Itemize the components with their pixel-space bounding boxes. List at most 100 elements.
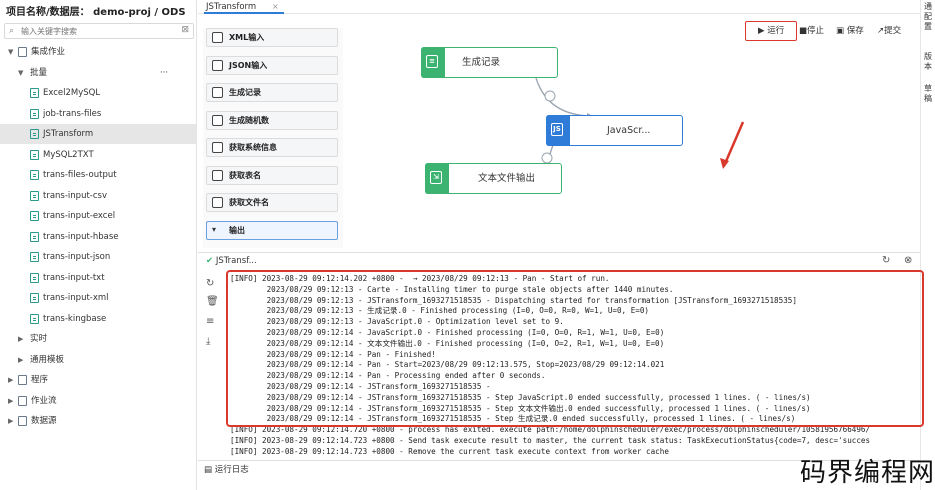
file-icon xyxy=(30,170,39,180)
save-button[interactable]: ▣ 保存 xyxy=(836,25,864,37)
run-button[interactable]: ▶ 运行 xyxy=(758,25,784,37)
run-log-tab[interactable]: ▤ 运行日志 xyxy=(204,464,249,476)
component-item[interactable]: 获取文件名 xyxy=(206,193,338,212)
tree-item[interactable]: ▶ 数据源 xyxy=(0,411,197,431)
log-icon: ▤ xyxy=(204,465,213,475)
chevron-right-icon[interactable]: ▶ xyxy=(8,411,13,431)
file-icon xyxy=(30,88,39,98)
tree-item[interactable]: JSTransform xyxy=(0,124,197,144)
play-icon: ▶ xyxy=(758,26,765,36)
tree-item[interactable]: ▼ 批量 ··· xyxy=(0,63,197,83)
file-icon xyxy=(30,108,39,119)
tree-item[interactable]: ▶ 作业流 xyxy=(0,391,197,411)
component-item[interactable]: 生成随机数 xyxy=(206,110,338,130)
run-label: 运行 xyxy=(767,26,785,36)
file-icon xyxy=(30,293,39,303)
node-generate-records[interactable]: ≡ 生成记录 xyxy=(421,47,558,78)
tree-item[interactable]: trans-input-txt xyxy=(0,268,197,288)
watermark: 码界编程网 xyxy=(800,458,935,488)
tree-item[interactable]: ▶ 程序 xyxy=(0,370,197,390)
tree-item[interactable]: trans-input-excel xyxy=(0,206,197,226)
component-icon xyxy=(212,169,223,181)
side-tab-config[interactable]: 通配置 xyxy=(924,2,935,32)
search-field[interactable]: ⌕ ⊠ xyxy=(4,23,194,39)
wrap-icon[interactable]: ≡ xyxy=(206,316,214,328)
chevron-right-icon[interactable]: ▶ xyxy=(18,350,23,370)
component-item[interactable]: XML输入 xyxy=(206,28,338,47)
clear-icon[interactable]: ⊠ xyxy=(181,25,189,35)
tree-item[interactable]: trans-input-xml xyxy=(0,288,197,308)
tree-item[interactable]: trans-input-csv xyxy=(0,186,197,206)
node-icon-box: JS xyxy=(546,115,570,146)
component-icon xyxy=(212,32,223,43)
active-tab-indicator xyxy=(204,12,284,14)
component-label: 生成记录 xyxy=(229,88,261,97)
search-input[interactable] xyxy=(21,25,171,37)
tree-item[interactable]: ▶ 实时 xyxy=(0,329,197,349)
component-item[interactable]: ▾ 输出 xyxy=(206,220,338,240)
run-log-label: 运行日志 xyxy=(214,465,249,475)
stop-button[interactable]: ■停止 xyxy=(799,25,824,37)
tree-item-label: trans-input-xml xyxy=(43,293,109,303)
document-icon: ≡ xyxy=(426,55,438,68)
tree-item[interactable]: ▼ 集成作业 xyxy=(0,42,197,62)
save-icon: ▣ xyxy=(836,26,845,36)
log-tab[interactable]: ✔ JSTransf... xyxy=(206,255,257,267)
tree-item[interactable]: trans-input-hbase xyxy=(0,227,197,247)
log-header: ✔ JSTransf... ↻ ⊗ xyxy=(198,252,920,268)
tree-item[interactable]: ▶ 通用模板 xyxy=(0,350,197,370)
project-title: 项目名称/数据层： demo-proj / ODS xyxy=(6,7,186,18)
side-tab-draft[interactable]: 草稿 xyxy=(924,84,935,104)
submit-button[interactable]: ↗提交 xyxy=(877,25,901,37)
chevron-right-icon[interactable]: ▶ xyxy=(8,391,13,411)
tree-item-label: trans-kingbase xyxy=(43,313,107,324)
folder-icon xyxy=(18,375,27,385)
tree-item-label: Excel2MySQL xyxy=(43,88,101,98)
reload-icon[interactable]: ↻ xyxy=(206,278,214,290)
more-icon[interactable]: ··· xyxy=(160,63,168,83)
tab-bar: JSTransform × xyxy=(198,0,920,14)
node-javascript[interactable]: JS JavaScr... xyxy=(546,115,683,146)
red-arrow-line xyxy=(722,121,745,167)
trash-icon[interactable]: 🗑 xyxy=(206,296,219,308)
tree-item[interactable]: MySQL2TXT xyxy=(0,145,197,165)
tree-item-label: 集成作业 xyxy=(31,47,66,57)
tree-item-label: trans-input-json xyxy=(43,252,111,262)
component-item[interactable]: JSON输入 xyxy=(206,55,338,75)
tree-item[interactable]: trans-input-json xyxy=(0,247,197,267)
tree-item[interactable]: Excel2MySQL xyxy=(0,83,197,103)
tree-item[interactable]: job-trans-files xyxy=(0,104,197,124)
chevron-down-icon[interactable]: ▼ xyxy=(18,63,23,83)
close-icon[interactable]: ⊗ xyxy=(904,255,912,266)
folder-icon xyxy=(18,395,27,406)
chevron-right-icon[interactable]: ▶ xyxy=(18,329,23,349)
chevron-down-icon: ▾ xyxy=(212,224,217,234)
tree-item-label: 通用模板 xyxy=(30,354,65,365)
component-item[interactable]: 获取表名 xyxy=(206,165,338,185)
tree-item[interactable]: trans-kingbase xyxy=(0,309,197,329)
chevron-down-icon[interactable]: ▼ xyxy=(8,42,13,62)
node-icon-box: ≡ xyxy=(421,47,445,78)
node-label: 生成记录 xyxy=(462,57,501,68)
tree-item-label: trans-input-txt xyxy=(43,272,105,283)
component-icon xyxy=(212,197,223,208)
tree-item-label: JSTransform xyxy=(43,129,94,139)
tree-item-label: trans-input-csv xyxy=(43,190,107,201)
tree-item[interactable]: trans-files-output xyxy=(0,165,197,185)
component-item[interactable]: 获取系统信息 xyxy=(206,138,338,157)
node-text-file-output[interactable]: ⇲ 文本文件输出 xyxy=(425,163,562,194)
component-icon xyxy=(212,59,223,71)
component-label: 输出 xyxy=(229,225,245,235)
edge-generate-to-js xyxy=(535,77,594,117)
component-label: XML输入 xyxy=(229,33,265,42)
folder-icon xyxy=(18,416,27,426)
download-icon[interactable]: ⤓ xyxy=(206,336,210,348)
component-item[interactable]: 生成记录 xyxy=(206,83,338,102)
tree-item-label: MySQL2TXT xyxy=(43,149,94,160)
log-line: [INFO] 2023-08-29 09:12:14.723 +0800 - R… xyxy=(230,446,669,456)
refresh-icon[interactable]: ↻ xyxy=(882,255,890,266)
flow-canvas[interactable]: ≡ 生成记录 JS JavaScr... ⇲ 文本文件输出 xyxy=(343,44,920,248)
tree-item-label: job-trans-files xyxy=(43,108,102,119)
side-tab-version[interactable]: 版本 xyxy=(924,52,935,72)
chevron-right-icon[interactable]: ▶ xyxy=(8,370,13,390)
